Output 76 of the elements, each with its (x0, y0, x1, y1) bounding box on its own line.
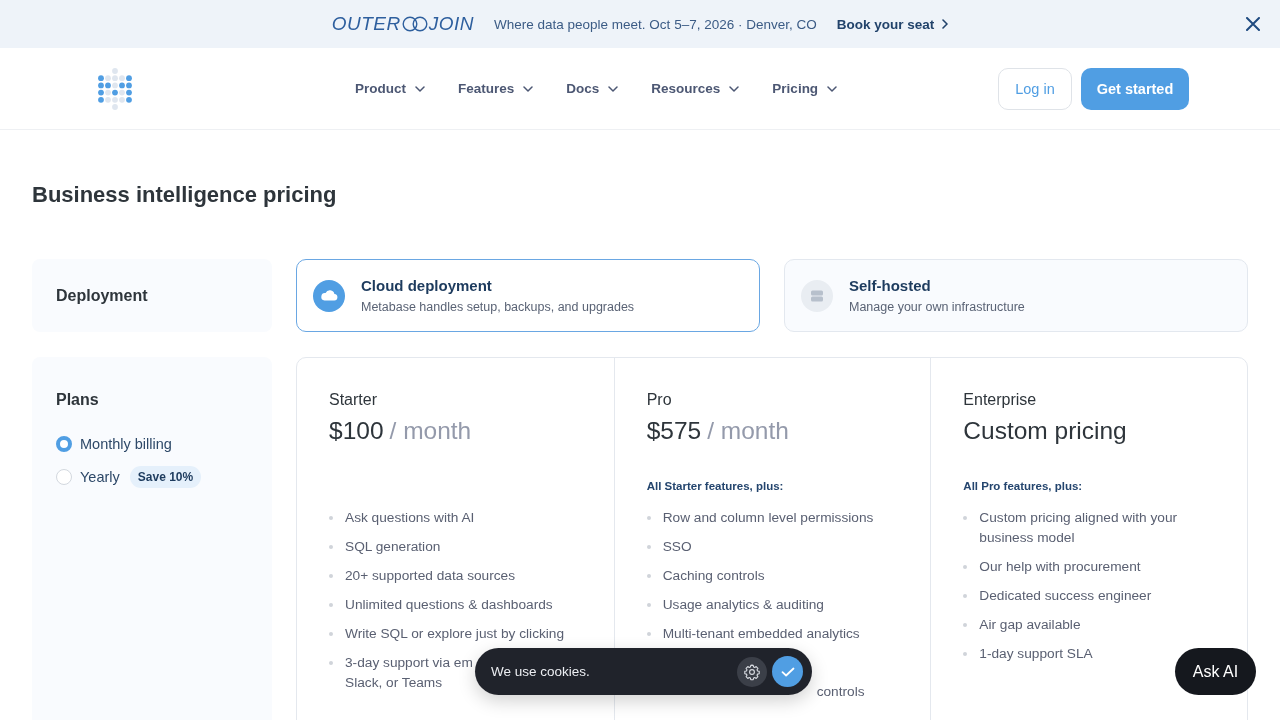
feature-text: Caching controls (662, 567, 765, 585)
plan-name: Starter (329, 390, 377, 410)
bullet-icon (646, 545, 651, 549)
price-amount: $100 (329, 416, 384, 446)
feature-text: Write SQL or explore just by clicking (345, 625, 565, 643)
bullet-icon (646, 603, 651, 607)
plan-name: Pro (646, 390, 672, 410)
bullet-icon (329, 603, 333, 607)
bullet-icon (963, 623, 968, 627)
option-title: Cloud deployment (361, 276, 493, 296)
includes-heading: All Pro features, plus: (963, 479, 1083, 494)
panel-label: Deployment (56, 285, 148, 306)
panel-label: Plans (56, 390, 99, 410)
deployment-option[interactable]: Self-hosted Manage your own infrastructure (784, 259, 1248, 332)
feature-text: 3-day support via em Slack, or Teams (345, 654, 473, 692)
cookie-settings-button[interactable] (737, 656, 767, 687)
server-icon (801, 279, 833, 312)
feature-text: Multi-tenant embedded analytics (662, 625, 860, 643)
bullet-icon (646, 632, 651, 636)
bullet-icon (963, 516, 968, 520)
cookie-message: We use cookies. (491, 664, 590, 679)
price-amount: Custom pricing (963, 416, 1127, 446)
bullet-icon (329, 545, 333, 549)
bullet-icon (329, 516, 333, 520)
billing-option[interactable]: Monthly billing (56, 434, 172, 454)
feature-text: Our help with procurement (979, 558, 1141, 576)
bullet-icon (963, 652, 968, 656)
option-description: Metabase handles setup, backups, and upgrades (361, 299, 635, 315)
nav-menu-item[interactable]: Resources (651, 73, 740, 104)
feature-text: Unlimited questions & dashboards (345, 596, 553, 614)
chevron-right-icon (942, 19, 949, 29)
price-amount: $575 (646, 416, 702, 446)
nav-menu-item[interactable]: Pricing (772, 73, 838, 104)
book-seat-link[interactable]: Book your seat (836, 16, 949, 32)
bullet-icon (646, 574, 651, 578)
page-title: Business intelligence pricing (32, 181, 337, 209)
check-icon (780, 666, 795, 677)
event-logo-text: JOIN (428, 13, 475, 35)
feature-text: Row and column level permissions (662, 509, 874, 527)
nav-menu-item[interactable]: Product (355, 73, 425, 104)
bullet-icon (329, 632, 333, 636)
nav-menu-item[interactable]: Docs (566, 73, 619, 104)
price-period: / month (389, 416, 472, 446)
option-title: Self-hosted (849, 276, 932, 296)
accept-cookies-button[interactable] (772, 656, 803, 687)
settings-icon (743, 662, 761, 681)
cloud-icon (313, 279, 345, 312)
dot-grid-logo[interactable] (98, 67, 132, 110)
ask-ai-button[interactable]: Ask AI (1175, 648, 1256, 695)
feature-text: Air gap available (979, 616, 1081, 634)
feature-text: controls (816, 683, 865, 701)
feature-text: Custom pricing aligned with your business model (979, 509, 1179, 547)
deployment-option[interactable]: Cloud deployment Metabase handles setup, backups, and upgrades (296, 259, 760, 332)
feature-text: 20+ supported data sources (345, 567, 516, 585)
bullet-icon (329, 574, 333, 578)
feature-text: SSO (662, 538, 692, 556)
bullet-icon (329, 661, 333, 665)
price-period: / month (707, 416, 789, 446)
announcement-text: Where data people meet. Oct 5–7, 2026 · Denver, CO (494, 16, 817, 32)
discount-badge: Save 10% (129, 466, 202, 488)
option-description: Manage your own infrastructure (849, 299, 1025, 315)
bullet-icon (646, 516, 651, 520)
event-logo-text: OUTER (331, 13, 401, 35)
bullet-icon (963, 594, 968, 598)
feature-text: 1-day support SLA (979, 645, 1093, 663)
linked-rings-icon (401, 16, 428, 32)
plan-name: Enterprise (963, 390, 1037, 410)
feature-text: Dedicated success engineer (979, 587, 1152, 605)
nav-menu-item[interactable]: Features (458, 73, 534, 104)
includes-heading: All Starter features, plus: (646, 479, 784, 494)
feature-text: Usage analytics & auditing (662, 596, 824, 614)
close-icon[interactable] (1246, 17, 1260, 31)
bullet-icon (963, 565, 968, 569)
feature-text: Ask questions with AI (345, 509, 475, 527)
feature-text: SQL generation (345, 538, 441, 556)
billing-option[interactable]: Yearly (56, 467, 120, 487)
